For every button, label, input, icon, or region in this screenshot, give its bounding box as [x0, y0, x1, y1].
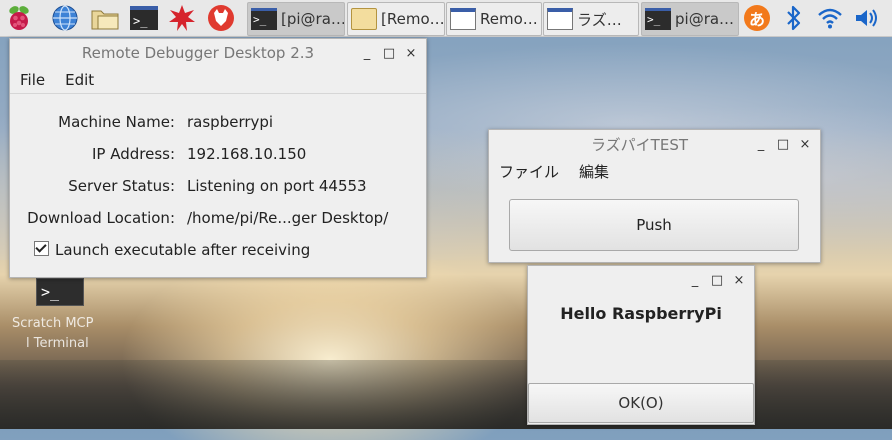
field-value: 192.168.10.150: [187, 145, 307, 163]
task-terminal-1[interactable]: >_ [pi@ra…: [247, 2, 345, 36]
minimize-button[interactable]: _: [684, 269, 706, 291]
task-label: [Remo…: [381, 10, 445, 28]
window-title: ラズパイTEST: [590, 135, 689, 154]
svg-text:>_: >_: [133, 14, 148, 28]
dialog-message: Hello RaspberryPi: [560, 304, 722, 323]
maximize-button[interactable]: □: [706, 269, 728, 291]
ok-button[interactable]: OK(O): [528, 383, 754, 423]
volume-icon[interactable]: [852, 4, 880, 32]
window-icon: [450, 8, 476, 30]
terminal-launcher-icon[interactable]: >_: [129, 3, 159, 33]
push-button[interactable]: Push: [509, 199, 799, 251]
desktop-icon-label[interactable]: Scratch MCP: [12, 316, 93, 331]
desktop-terminal-icon[interactable]: >_: [36, 278, 84, 306]
file-manager-icon[interactable]: [90, 3, 120, 33]
field-label: Server Status:: [68, 177, 175, 195]
desktop-icon-label-2[interactable]: l Terminal: [26, 336, 89, 351]
task-label: Remo…: [480, 10, 538, 28]
remote-debugger-window: Remote Debugger Desktop 2.3 _ □ × File E…: [9, 38, 427, 278]
minimize-button[interactable]: _: [750, 133, 772, 155]
task-test-app[interactable]: ラズ…: [543, 2, 639, 36]
field-label: Machine Name:: [58, 113, 175, 131]
launch-checkbox-row[interactable]: Launch executable after receiving: [34, 241, 310, 259]
task-terminal-2[interactable]: >_ pi@ra…: [641, 2, 739, 36]
web-browser-icon[interactable]: [50, 3, 80, 33]
ime-label: あ: [744, 5, 770, 31]
field-download-location: Download Location: /home/pi/Re...ger Des…: [10, 209, 388, 227]
field-label: IP Address:: [91, 145, 175, 163]
task-remote-debugger[interactable]: Remo…: [446, 2, 542, 36]
ground: [0, 360, 892, 429]
field-value: /home/pi/Re...ger Desktop/: [187, 209, 389, 227]
field-server-status: Server Status: Listening on port 44553: [10, 177, 367, 195]
task-label: pi@ra…: [675, 10, 735, 28]
math-app-icon[interactable]: [167, 3, 197, 33]
bluetooth-icon[interactable]: [780, 4, 808, 32]
debugger-titlebar[interactable]: Remote Debugger Desktop 2.3 _ □ ×: [10, 39, 426, 67]
field-value: raspberrypi: [187, 113, 274, 131]
test-app-window: ラズパイTEST _ □ × ファイル 編集 Push: [488, 129, 821, 263]
launch-checkbox-label: Launch executable after receiving: [55, 241, 311, 259]
test-menubar: ファイル 編集: [489, 158, 820, 184]
terminal-icon: >_: [251, 8, 277, 30]
menu-file[interactable]: ファイル: [489, 161, 569, 182]
launch-checkbox[interactable]: [34, 241, 49, 256]
input-method-icon[interactable]: あ: [743, 4, 771, 32]
close-button[interactable]: ×: [728, 269, 750, 291]
raspberry-menu-icon[interactable]: [4, 3, 34, 33]
menu-file[interactable]: File: [10, 71, 55, 89]
task-label: ラズ…: [577, 10, 622, 29]
menu-edit[interactable]: 編集: [569, 161, 619, 182]
maximize-button[interactable]: □: [378, 42, 400, 64]
wolfram-icon[interactable]: [206, 3, 236, 33]
dialog-titlebar[interactable]: _ □ ×: [528, 266, 754, 294]
minimize-button[interactable]: _: [356, 42, 378, 64]
field-value: Listening on port 44553: [187, 177, 367, 195]
taskbar: >_ >_ [pi@ra… [Remo… Remo… ラズ… >_ pi@ra……: [0, 0, 892, 37]
test-titlebar[interactable]: ラズパイTEST _ □ ×: [489, 130, 820, 158]
task-label: [pi@ra…: [281, 10, 345, 28]
close-button[interactable]: ×: [400, 42, 422, 64]
folder-icon: [351, 8, 377, 30]
debugger-menubar: File Edit: [10, 67, 426, 94]
message-dialog: _ □ × Hello RaspberryPi OK(O): [527, 265, 755, 425]
maximize-button[interactable]: □: [772, 133, 794, 155]
wifi-icon[interactable]: [816, 4, 844, 32]
terminal-icon: >_: [645, 8, 671, 30]
window-title: Remote Debugger Desktop 2.3: [81, 44, 315, 62]
field-ip-address: IP Address: 192.168.10.150: [10, 145, 306, 163]
close-button[interactable]: ×: [794, 133, 816, 155]
field-label: Download Location:: [27, 209, 175, 227]
menu-edit[interactable]: Edit: [55, 71, 104, 89]
window-icon: [547, 8, 573, 30]
task-folder[interactable]: [Remo…: [347, 2, 445, 36]
field-machine-name: Machine Name: raspberrypi: [10, 113, 273, 131]
